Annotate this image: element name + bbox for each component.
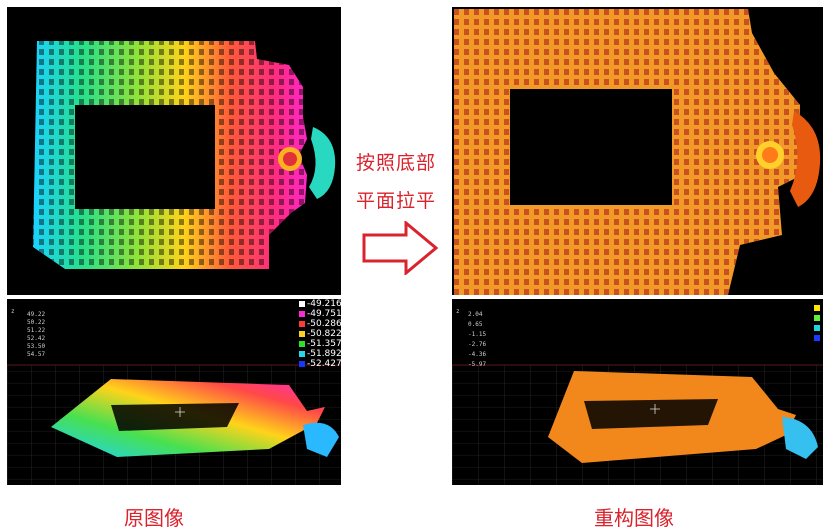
legend-swatch: [299, 320, 305, 327]
z-axis-value: -1.15: [468, 331, 487, 338]
legend-item: -50.822: [299, 329, 341, 339]
original-image-caption: 原图像: [124, 506, 184, 530]
reconstructed-image-caption: 重构图像: [594, 506, 674, 530]
legend-item: -49.751: [299, 309, 341, 319]
legend-swatch: [814, 335, 820, 341]
reconstructed-top-view: [452, 7, 823, 295]
reconstructed-height-map: [454, 9, 821, 295]
original-3d-plot: [7, 364, 341, 485]
z-axis-value: -4.36: [468, 351, 487, 358]
original-3d-view: z 49.22 50.22 51.22 52.42 53.50 54.57 -4…: [7, 299, 341, 485]
legend-swatch: [814, 325, 820, 331]
z-axis-value: -5.97: [468, 361, 487, 368]
z-axis-letter: z: [11, 308, 15, 315]
legend-swatch: [299, 350, 305, 357]
legend-swatch: [814, 305, 820, 311]
legend-swatch: [814, 315, 820, 321]
z-axis-value: 51.22: [27, 327, 46, 334]
z-axis-value: -2.76: [468, 341, 487, 348]
right-arrow-icon: [362, 221, 439, 275]
legend-swatch: [299, 360, 305, 367]
transform-label-line2: 平面拉平: [355, 190, 436, 212]
z-axis-value: 52.42: [27, 335, 46, 342]
reconstructed-3d-view: z 2.04 0.65 -1.15 -2.76 -4.36 -5.97: [452, 299, 823, 485]
z-axis-value: 0.65: [468, 321, 483, 328]
original-height-map: [33, 41, 336, 269]
legend-swatch: [299, 300, 305, 307]
z-axis-value: 54.57: [27, 351, 46, 358]
legend-swatch: [299, 330, 305, 337]
legend-item: -50.286: [299, 319, 341, 329]
z-axis-value: 49.22: [27, 311, 46, 318]
legend-swatch: [299, 340, 305, 347]
legend-item: -51.892: [299, 349, 341, 359]
legend-item: -51.357: [299, 339, 341, 349]
legend-swatch: [299, 310, 305, 317]
reconstructed-3d-plot: [452, 364, 823, 485]
legend-item: -52.427: [299, 359, 341, 369]
original-top-view: [7, 7, 341, 295]
z-axis-value: 53.50: [27, 343, 46, 350]
z-axis-letter: z: [456, 308, 460, 315]
transform-label-line1: 按照底部: [355, 152, 436, 174]
z-axis-value: 2.04: [468, 311, 483, 318]
legend-item: -49.216: [299, 299, 341, 309]
z-axis-value: 50.22: [27, 319, 46, 326]
